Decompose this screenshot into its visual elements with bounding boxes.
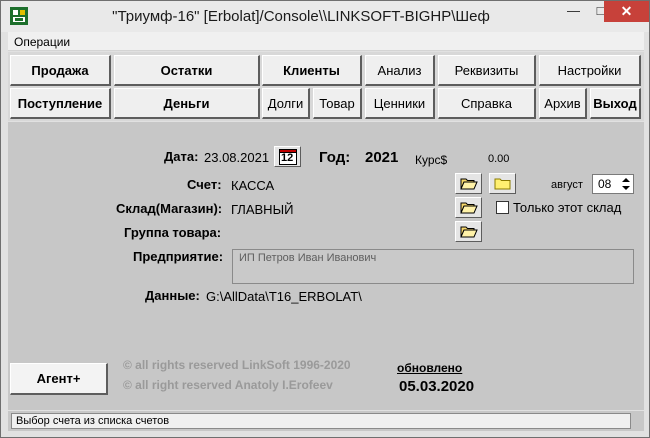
folder-icon (494, 178, 511, 190)
only-warehouse-checkbox[interactable] (496, 201, 509, 214)
rate-value: 0.00 (488, 153, 510, 165)
prodazha-button[interactable]: Продажа (10, 55, 111, 86)
analiz-button[interactable]: Анализ (365, 55, 435, 86)
ostatki-button[interactable]: Остатки (114, 55, 260, 86)
calendar-icon-text: 12 (281, 152, 294, 164)
date-label: Дата: (164, 149, 199, 164)
updated-label[interactable]: обновлено (397, 361, 462, 375)
cenniki-button[interactable]: Ценники (365, 88, 435, 119)
month-spinner[interactable]: 08 (592, 174, 634, 194)
title-bar[interactable]: "Триумф-16" [Erbolat]/Console\\LINKSOFT-… (1, 1, 649, 32)
nastroyki-button[interactable]: Настройки (539, 55, 641, 86)
year-value: 2021 (365, 149, 399, 166)
agent-plus-button[interactable]: Агент+ (10, 363, 108, 395)
data-label: Данные: (145, 288, 200, 303)
folder-open-icon (460, 178, 478, 190)
data-path-value: G:\AllData\T16_ERBOLAT\ (206, 289, 362, 304)
spravka-button[interactable]: Справка (438, 88, 536, 119)
warehouse-open-button[interactable] (455, 197, 482, 218)
dolgi-button[interactable]: Долги (262, 88, 310, 119)
account-label: Счет: (187, 177, 222, 192)
folder-open-icon (460, 226, 478, 238)
main-toolbar: Продажа Остатки Клиенты Анализ Реквизиты… (8, 52, 644, 121)
enterprise-label: Предприятие: (133, 249, 224, 264)
status-bar: Выбор счета из списка счетов (8, 411, 644, 431)
group-label: Группа товара: (124, 225, 222, 240)
app-window: "Триумф-16" [Erbolat]/Console\\LINKSOFT-… (0, 0, 650, 438)
account-value[interactable]: КАССА (231, 178, 274, 193)
dengi-button[interactable]: Деньги (114, 88, 260, 119)
klienty-button[interactable]: Клиенты (262, 55, 362, 86)
group-open-button[interactable] (455, 221, 482, 242)
updated-date: 05.03.2020 (399, 378, 475, 395)
status-text: Выбор счета из списка счетов (16, 415, 170, 427)
main-panel: Дата: 23.08.2021 12 Год: 2021 Курс$ 0.00… (8, 122, 644, 410)
date-value[interactable]: 23.08.2021 (204, 150, 269, 165)
enterprise-value: ИП Петров Иван Иванович (239, 252, 377, 264)
app-logo-icon (10, 7, 28, 25)
postuplenie-button[interactable]: Поступление (10, 88, 111, 119)
enterprise-field[interactable]: ИП Петров Иван Иванович (232, 249, 634, 284)
spin-arrows-icon[interactable] (621, 176, 631, 192)
account-folder-button[interactable] (489, 173, 516, 194)
warehouse-label: Склад(Магазин): (116, 201, 223, 216)
rate-label: Курс$ (415, 153, 448, 167)
menu-operations[interactable]: Операции (14, 35, 70, 49)
account-open-button[interactable] (455, 173, 482, 194)
arhiv-button[interactable]: Архив (539, 88, 587, 119)
folder-open-icon (460, 202, 478, 214)
year-label: Год: (319, 149, 351, 166)
window-title: "Триумф-16" [Erbolat]/Console\\LINKSOFT-… (112, 8, 490, 25)
month-value: 08 (598, 177, 612, 191)
vyhod-button[interactable]: Выход (590, 88, 641, 119)
rekvizity-button[interactable]: Реквизиты (438, 55, 536, 86)
copyright-linksoft: © all rights reserved LinkSoft 1996-2020 (123, 358, 351, 372)
minimize-button[interactable]: — (560, 1, 587, 22)
tovar-button[interactable]: Товар (313, 88, 362, 119)
status-panel: Выбор счета из списка счетов (11, 413, 631, 429)
warehouse-value[interactable]: ГЛАВНЫЙ (231, 202, 293, 217)
menu-bar: Операции (8, 32, 644, 51)
calendar-button[interactable]: 12 (274, 146, 301, 167)
only-warehouse-label[interactable]: Только этот склад (513, 200, 621, 215)
month-label: август (551, 179, 583, 191)
close-button[interactable]: ✕ (604, 1, 649, 22)
copyright-erofeev: © all right reserved Anatoly I.Erofeev (123, 378, 333, 392)
